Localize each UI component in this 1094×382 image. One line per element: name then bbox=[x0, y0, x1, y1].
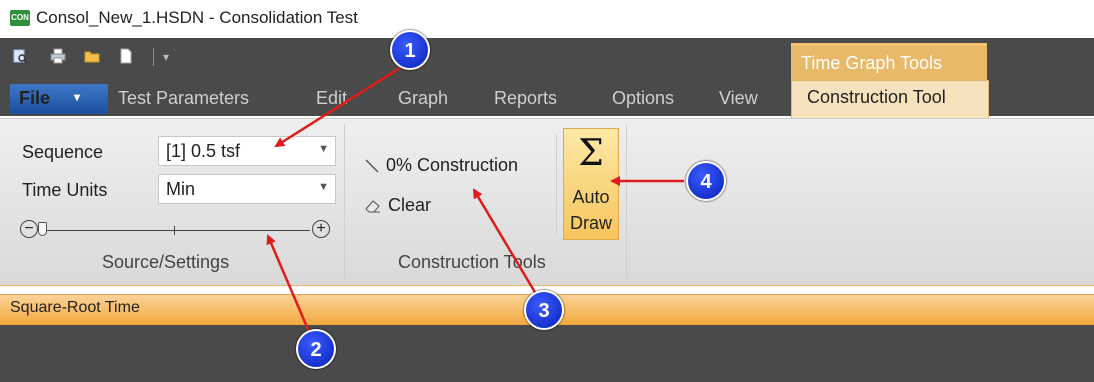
customize-toolbar-button[interactable]: ▾ bbox=[163, 50, 169, 64]
clear-label: Clear bbox=[388, 195, 432, 215]
callout-2: 2 bbox=[296, 329, 336, 369]
file-menu-button[interactable]: File ▾ bbox=[10, 84, 108, 114]
tab-graph[interactable]: Graph bbox=[398, 88, 448, 109]
time-units-label: Time Units bbox=[22, 180, 108, 200]
tab-reports[interactable]: Reports bbox=[494, 88, 557, 109]
preview-icon[interactable] bbox=[12, 48, 28, 64]
window-title: Consol_New_1.HSDN - Consolidation Test bbox=[36, 8, 358, 27]
zoom-slider-tick bbox=[174, 226, 175, 235]
chevron-down-icon: ▼ bbox=[318, 143, 329, 155]
clear-button[interactable]: Clear bbox=[364, 194, 464, 220]
button-divider bbox=[556, 134, 557, 234]
title-bar: CON Consol_New_1.HSDN - Consolidation Te… bbox=[0, 0, 1094, 38]
sequence-label: Sequence bbox=[22, 142, 104, 162]
tab-options[interactable]: Options bbox=[612, 88, 674, 109]
chevron-down-icon: ▼ bbox=[318, 181, 329, 193]
zero-percent-construction-label: 0% Construction bbox=[386, 155, 519, 175]
app-logo-icon: CON bbox=[10, 10, 30, 26]
graph-mode-label: Square-Root Time bbox=[10, 299, 140, 316]
group-divider bbox=[626, 124, 627, 280]
diagonal-line-icon bbox=[365, 159, 379, 173]
new-document-icon[interactable] bbox=[118, 48, 134, 64]
auto-draw-label-line2: Draw bbox=[569, 213, 612, 233]
tab-construction-tool-label: Construction Tool bbox=[807, 87, 946, 107]
sequence-combo[interactable]: [1] 0.5 tsf ▼ bbox=[158, 136, 336, 166]
eraser-icon bbox=[365, 200, 380, 213]
zoom-out-button[interactable]: − bbox=[20, 220, 38, 238]
print-icon[interactable] bbox=[50, 48, 66, 64]
tab-construction-tool[interactable]: Construction Tool bbox=[791, 80, 989, 121]
time-units-value: Min bbox=[166, 179, 196, 199]
time-units-combo[interactable]: Min ▼ bbox=[158, 174, 336, 204]
group-label-source-settings: Source/Settings bbox=[102, 252, 230, 272]
zoom-slider-thumb[interactable] bbox=[38, 222, 47, 236]
callout-4: 4 bbox=[686, 161, 726, 201]
callout-3: 3 bbox=[524, 290, 564, 330]
graph-area bbox=[0, 325, 1094, 382]
auto-draw-button[interactable]: Σ Auto Draw bbox=[563, 128, 619, 240]
callout-1: 1 bbox=[390, 30, 430, 70]
sequence-value: [1] 0.5 tsf bbox=[166, 141, 241, 161]
toolbar-separator bbox=[153, 48, 154, 66]
file-menu-label: File bbox=[19, 88, 51, 108]
tab-edit[interactable]: Edit bbox=[316, 88, 347, 109]
zoom-in-button[interactable]: + bbox=[312, 220, 330, 238]
tab-view[interactable]: View bbox=[719, 88, 758, 109]
chevron-down-icon: ▾ bbox=[74, 90, 81, 104]
auto-draw-label-line1: Auto bbox=[572, 187, 610, 207]
contextual-tab-header-label: Time Graph Tools bbox=[801, 53, 943, 73]
group-divider bbox=[344, 124, 345, 280]
zero-percent-construction-button[interactable]: 0% Construction bbox=[364, 154, 554, 180]
open-folder-icon[interactable] bbox=[84, 48, 100, 64]
sigma-icon: Σ bbox=[578, 133, 604, 174]
contextual-tab-header: Time Graph Tools bbox=[791, 43, 987, 82]
tab-test-parameters[interactable]: Test Parameters bbox=[118, 88, 249, 109]
group-label-construction-tools: Construction Tools bbox=[398, 252, 546, 272]
